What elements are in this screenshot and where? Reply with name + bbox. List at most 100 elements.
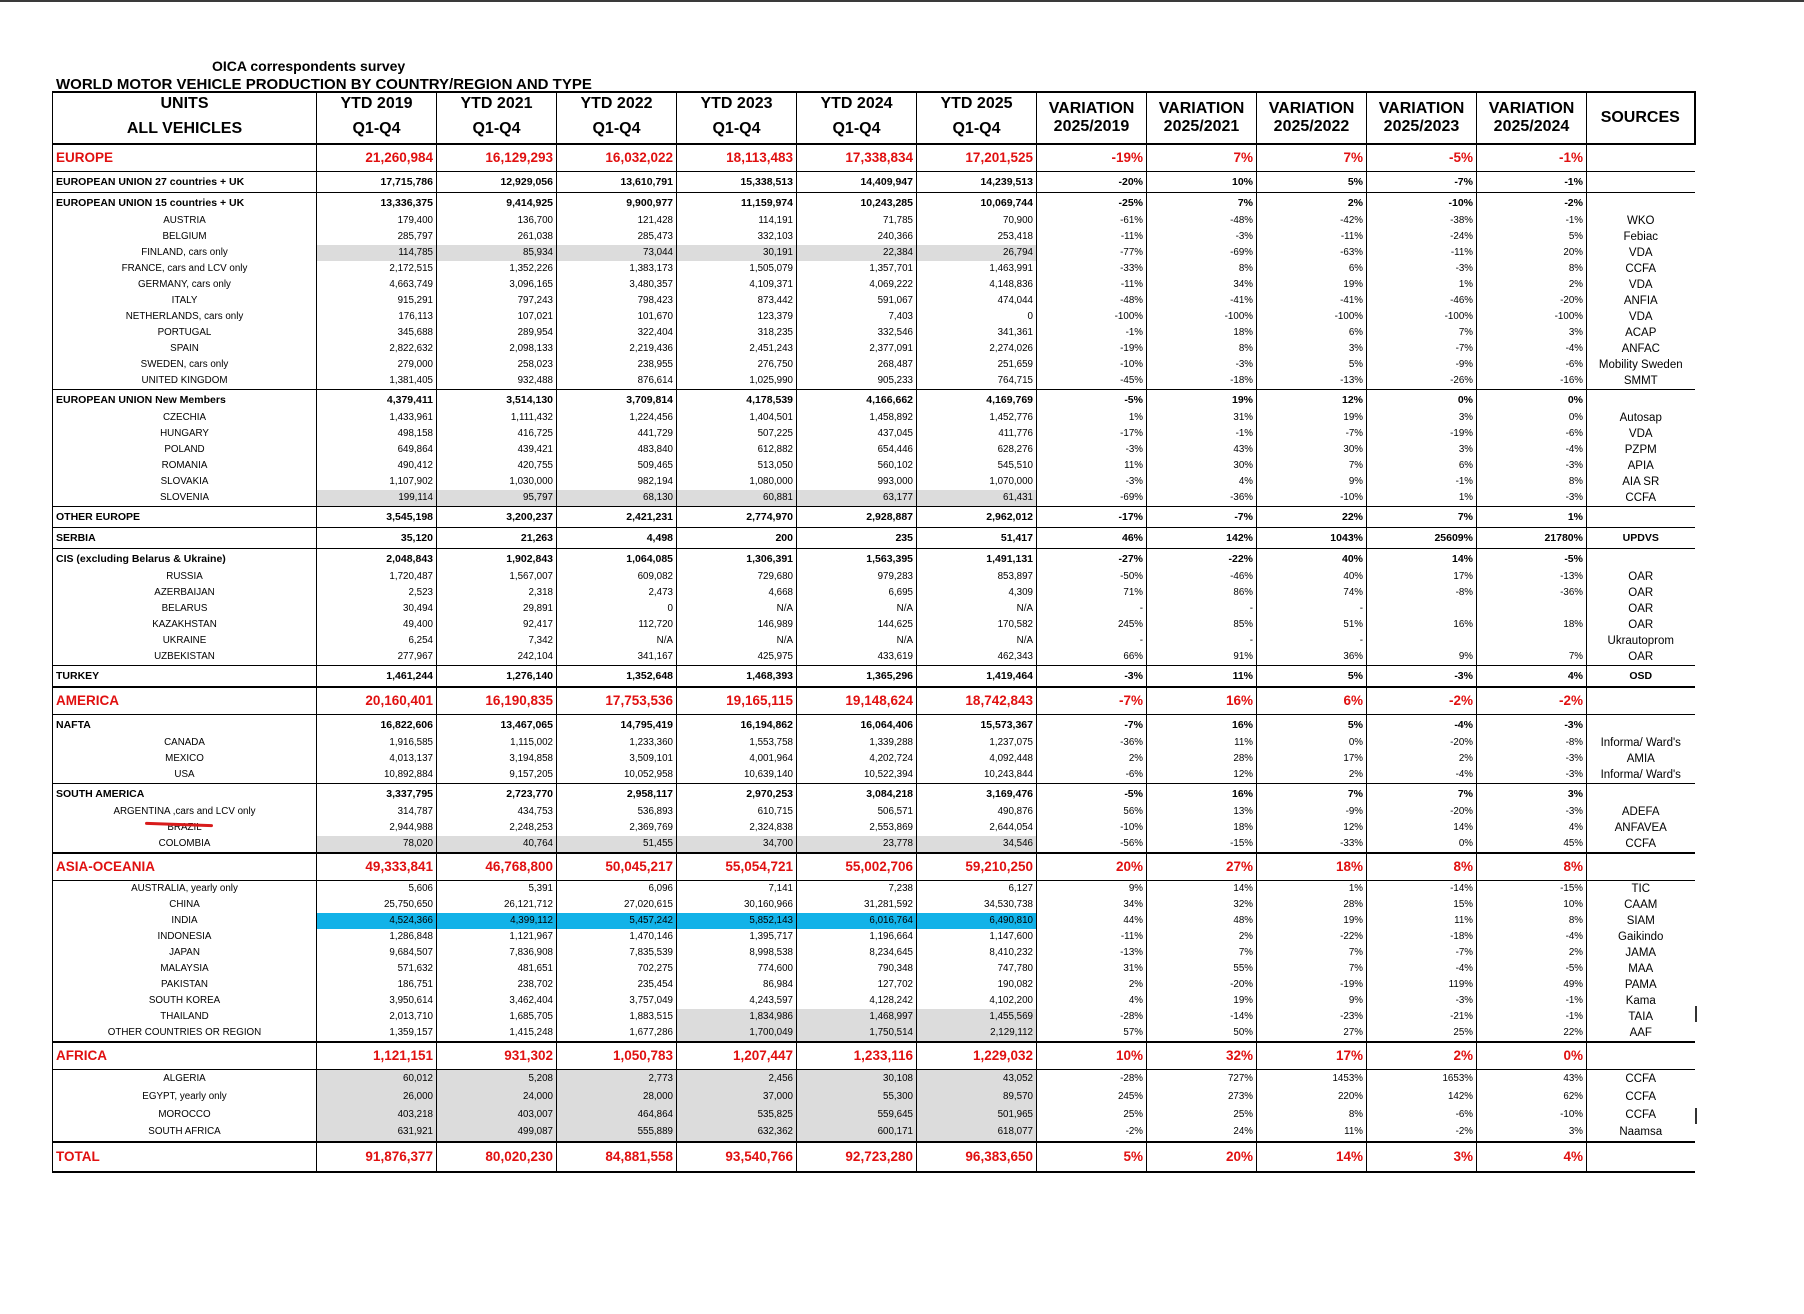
table-row-south-africa: SOUTH AFRICA 631,921 499,087 555,889 632,362… (52, 1123, 1695, 1142)
value-cell: 55,054,721 (676, 852, 797, 881)
row-label: UKRAINE (52, 633, 317, 649)
variation-cell: 2% (1476, 945, 1587, 961)
variation-cell: 1653% (1366, 1069, 1477, 1088)
variation-cell: -2% (1366, 1123, 1477, 1142)
source-cell: APIA (1586, 458, 1695, 474)
value-cell: 1,207,447 (676, 1041, 797, 1070)
variation-cell: -41% (1146, 293, 1257, 309)
value-cell: 4,668 (676, 585, 797, 601)
variation-cell: 32% (1146, 897, 1257, 913)
value-cell: 8,410,232 (916, 945, 1037, 961)
table-row-africa: AFRICA 1,121,151 931,302 1,050,783 1,207,447… (52, 1041, 1695, 1070)
source-cell: Ukrautoprom (1586, 633, 1695, 649)
value-cell: 71,785 (796, 213, 917, 229)
value-cell: 16,064,406 (796, 714, 917, 735)
value-cell: 23,778 (796, 836, 917, 853)
variation-cell: -22% (1256, 929, 1367, 945)
table-row-spain: SPAIN 2,822,632 2,098,133 2,219,436 2,451,24… (52, 341, 1695, 357)
value-cell: 345,688 (316, 325, 437, 341)
value-cell: 1,115,002 (436, 735, 557, 751)
value-cell: 411,776 (916, 426, 1037, 442)
value-cell: 1,030,000 (436, 474, 557, 490)
source-cell: JAMA (1586, 945, 1695, 961)
value-cell: 4,092,448 (916, 751, 1037, 767)
variation-cell: 9% (1256, 993, 1367, 1009)
variation-cell: 7% (1146, 143, 1257, 172)
value-cell: 4,498 (556, 527, 677, 549)
variation-cell: 30% (1256, 442, 1367, 458)
table-row-malaysia: MALAYSIA 571,632 481,651 702,275 774,600 790,… (52, 961, 1695, 977)
value-cell: 17,753,536 (556, 686, 677, 715)
value-cell: 1,339,288 (796, 735, 917, 751)
variation-cell: -3% (1036, 474, 1147, 490)
value-cell: 2,473 (556, 585, 677, 601)
sources-header: SOURCES (1586, 91, 1696, 144)
value-cell: 498,158 (316, 426, 437, 442)
value-cell: 242,104 (436, 649, 557, 666)
source-cell: OAR (1586, 649, 1695, 666)
units-header: UNITS (52, 91, 317, 115)
value-cell: N/A (676, 633, 797, 649)
variation-cell: -13% (1036, 945, 1147, 961)
variation-cell: 14% (1366, 548, 1477, 569)
variation-cell: 28% (1256, 897, 1367, 913)
value-cell: 4,013,137 (316, 751, 437, 767)
variation-cell: 32% (1146, 1041, 1257, 1070)
value-cell: 1,233,116 (796, 1041, 917, 1070)
variation-cell: 12% (1146, 767, 1257, 784)
source-cell: WKO (1586, 213, 1695, 229)
value-cell: 35,120 (316, 527, 437, 549)
source-cell: CCFA (1586, 1069, 1695, 1088)
row-label: FINLAND, cars only (52, 245, 317, 261)
variation-cell: -20% (1476, 293, 1587, 309)
variation-cell: 18% (1146, 325, 1257, 341)
value-cell: 14,239,513 (916, 171, 1037, 193)
source-cell: VDA (1586, 426, 1695, 442)
value-cell: 1,883,515 (556, 1009, 677, 1025)
row-label: SERBIA (52, 527, 317, 549)
value-cell: N/A (916, 601, 1037, 617)
year-header-2023: YTD 2023 (676, 91, 797, 115)
row-label: ALGERIA (52, 1069, 317, 1088)
row-label: CANADA (52, 735, 317, 751)
period-header: Q1-Q4 (556, 115, 677, 145)
value-cell: 2,928,887 (796, 506, 917, 528)
variation-cell: - (1256, 633, 1367, 649)
row-label: MOROCCO (52, 1105, 317, 1124)
value-cell: 9,414,925 (436, 192, 557, 213)
variation-cell: -9% (1366, 357, 1477, 373)
row-label: OTHER EUROPE (52, 506, 317, 528)
value-cell: 2,773 (556, 1069, 677, 1088)
year-header-2025: YTD 2025 (916, 91, 1037, 115)
source-cell (1586, 852, 1695, 881)
value-cell: 1,357,701 (796, 261, 917, 277)
value-cell: 21,260,984 (316, 143, 437, 172)
value-cell: 2,377,091 (796, 341, 917, 357)
value-cell: 649,864 (316, 442, 437, 458)
table-row-brazil: BRAZIL 2,944,988 2,248,253 2,369,769 2,324,8… (52, 820, 1695, 836)
value-cell: 610,715 (676, 804, 797, 820)
value-cell: 797,243 (436, 293, 557, 309)
variation-cell: 9% (1256, 474, 1367, 490)
value-cell: 14,409,947 (796, 171, 917, 193)
value-cell: 2,944,988 (316, 820, 437, 836)
value-cell: 4,148,836 (916, 277, 1037, 293)
variation-cell: -42% (1256, 213, 1367, 229)
value-cell: 8,998,538 (676, 945, 797, 961)
value-cell: 322,404 (556, 325, 677, 341)
source-cell (1586, 192, 1695, 213)
variation-cell: 25% (1146, 1105, 1257, 1124)
variation-cell: 27% (1146, 852, 1257, 881)
source-cell: Kama (1586, 993, 1695, 1009)
table-row-argentina-cars-and-lcv-only: ARGENTINA ,cars and LCV only 314,787 434,7… (52, 804, 1695, 820)
value-cell: 34,700 (676, 836, 797, 853)
value-cell: 1,720,487 (316, 569, 437, 585)
value-cell: 341,361 (916, 325, 1037, 341)
value-cell: 4,102,200 (916, 993, 1037, 1009)
variation-header-2023: VARIATION 2025/2023 (1366, 91, 1477, 144)
value-cell: 89,570 (916, 1087, 1037, 1106)
variation-cell: -5% (1036, 783, 1147, 804)
source-cell: VDA (1586, 309, 1695, 325)
row-label: MEXICO (52, 751, 317, 767)
value-cell: 61,431 (916, 490, 1037, 507)
